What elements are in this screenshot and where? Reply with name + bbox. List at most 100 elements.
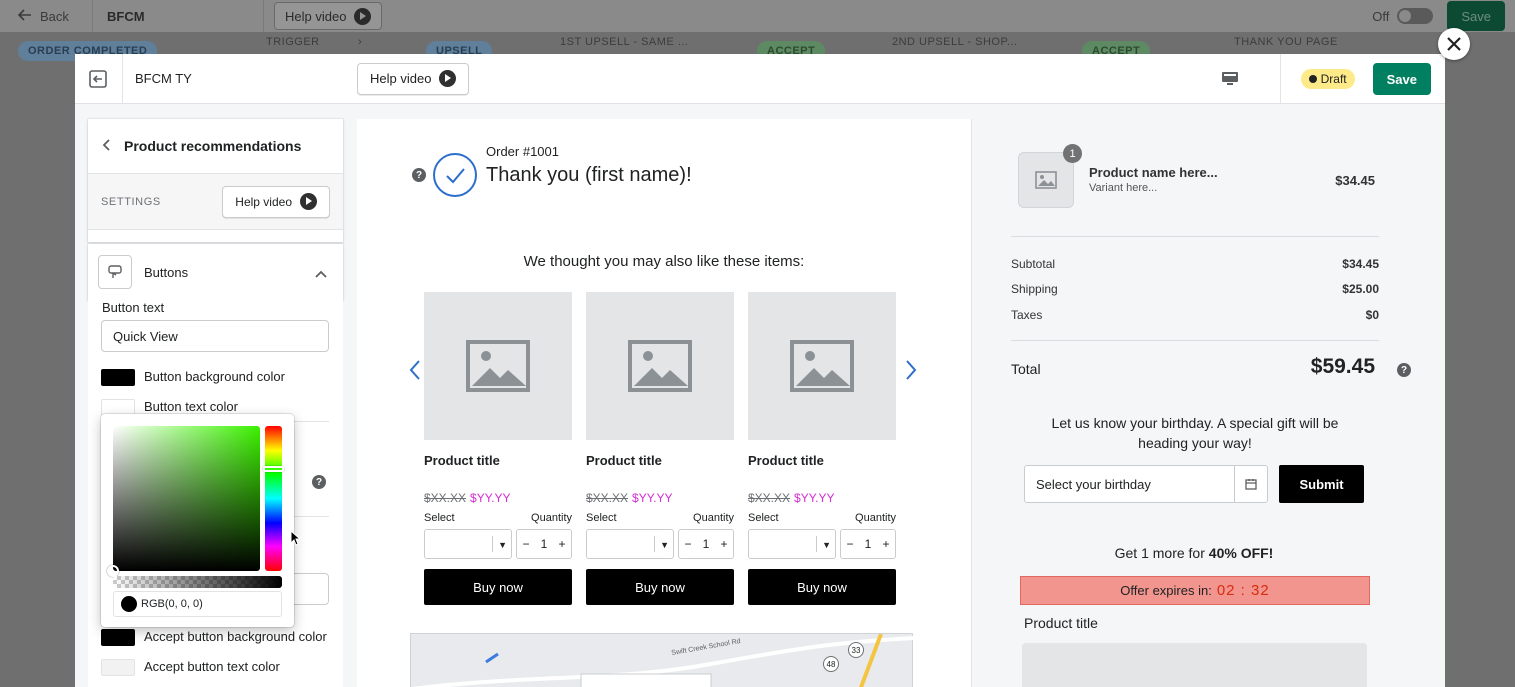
variant-select[interactable]: ▼ [586,529,674,559]
help-video-button[interactable]: Help video [357,62,470,95]
flow-step-1-label[interactable]: 1ST UPSELL - SAME ... [560,36,689,48]
product-title[interactable]: Product title [586,453,734,468]
carousel-prev-icon[interactable] [409,357,421,388]
image-placeholder-icon[interactable] [586,292,734,440]
birthday-placeholder: Select your birthday [1036,476,1151,492]
panel-header: Product recommendations [88,119,343,174]
modal-title: BFCM TY [135,71,192,86]
accept-bg-color-swatch[interactable] [101,629,135,646]
help-icon[interactable]: ? [412,168,426,182]
background-back-button[interactable]: Back [0,9,92,24]
button-text-input[interactable]: Quick View [101,320,329,352]
buy-now-button[interactable]: Buy now [586,569,734,605]
order-summary: 1 Product name here... Variant here... $… [971,119,1431,687]
background-topbar: Back BFCM Help video Off Save [0,0,1515,32]
settings-label: SETTINGS [101,195,161,208]
calendar-icon[interactable] [1234,466,1267,502]
buy-now-button[interactable]: Buy now [424,569,572,605]
accept-text-color-swatch[interactable] [101,659,135,676]
image-placeholder-icon[interactable] [748,292,896,440]
subtotal-label: Subtotal [1011,257,1056,271]
color-preview-dot [121,596,137,612]
offer-expires-label: Offer expires in: [1120,583,1212,598]
chevron-down-icon: ▼ [660,540,669,550]
background-back-label: Back [40,8,69,24]
product-card: Product title $XX.XX $YY.YY Select Quantit… [424,292,572,605]
product-card: Product title $XX.XX $YY.YY Select Quantit… [748,292,896,605]
map-preview[interactable]: Swift Creek School Rd 33 48 [410,633,914,687]
chevron-left-icon[interactable] [102,138,110,154]
alpha-slider[interactable] [113,576,282,588]
exit-editor-button[interactable] [75,54,123,104]
panel-help-label: Help video [235,194,292,209]
color-value-field[interactable]: RGB(0, 0, 0) [113,591,282,617]
color-value-text: RGB(0, 0, 0) [141,598,203,610]
compare-price: $XX.XX [748,491,791,505]
buttons-section-header[interactable]: Buttons [88,244,343,300]
shipping-label: Shipping [1011,282,1058,296]
help-icon[interactable]: ? [1397,363,1411,377]
background-help-video-button[interactable]: Help video [274,2,383,30]
quantity-stepper[interactable]: −1 + [516,529,572,559]
shipping-value: $25.00 [1342,282,1379,296]
product-title[interactable]: Product title [424,453,572,468]
birthday-input[interactable]: Select your birthday [1024,465,1268,503]
flow-thank-you-label[interactable]: THANK YOU PAGE [1234,36,1338,48]
minus-icon[interactable]: − [523,537,530,551]
help-icon[interactable]: ? [312,475,326,489]
minus-icon[interactable]: − [847,537,854,551]
product-title[interactable]: Product title [748,453,896,468]
section-label: Buttons [144,264,189,280]
taxes-row: Taxes $0 [1011,308,1379,322]
birthday-message: Let us know your birthday. A special gif… [1051,415,1339,451]
button-text-label: Button text [102,300,165,315]
plus-icon[interactable]: + [558,537,565,551]
plus-icon[interactable]: + [882,537,889,551]
panel-help-video-button[interactable]: Help video [222,185,330,218]
mouse-cursor-icon [290,530,300,546]
carousel-next-icon[interactable] [905,357,917,388]
submit-button[interactable]: Submit [1279,465,1364,503]
divider [1279,54,1281,104]
flow-trigger-label[interactable]: TRIGGER [266,36,320,48]
order-number: Order #1001 [486,144,559,159]
sale-price: $YY.YY [632,491,673,505]
arrow-left-icon [17,8,32,24]
thank-you-heading: Thank you (first name)! [486,164,692,186]
close-icon [1447,37,1461,51]
saturation-brightness-field[interactable] [107,426,260,577]
image-placeholder-icon[interactable] [424,292,572,440]
map-route-label: 48 [823,656,839,672]
variant-select[interactable]: ▼ [424,529,512,559]
upsell-prefix: Get 1 more for [1114,545,1209,561]
button-style-icon [98,255,132,289]
minus-icon[interactable]: − [685,537,692,551]
buy-now-button[interactable]: Buy now [748,569,896,605]
exit-icon [88,69,107,88]
upsell-headline: Get 1 more for 40% OFF! [972,545,1416,561]
desktop-icon[interactable] [1221,72,1238,86]
background-save-button[interactable]: Save [1447,1,1505,31]
product-card: Product title $XX.XX $YY.YY Select Quantit… [586,292,734,605]
quantity-stepper[interactable]: −1 + [840,529,896,559]
button-bg-color-swatch[interactable] [101,369,135,386]
button-text-color-label: Button text color [144,399,238,414]
flow-step-2-label[interactable]: 2ND UPSELL - SHOP... [892,36,1018,48]
plus-icon[interactable]: + [720,537,727,551]
hue-slider[interactable] [263,426,284,571]
chevron-up-icon [315,266,327,281]
background-toggle[interactable] [1397,8,1434,24]
quantity-value: 1 [864,537,872,551]
summary-product-price: $34.45 [1335,173,1375,188]
hue-thumb[interactable] [263,466,284,472]
close-modal-button[interactable] [1438,28,1470,60]
panel-title: Product recommendations [124,138,302,154]
quantity-stepper[interactable]: −1 + [678,529,734,559]
variant-select[interactable]: ▼ [748,529,836,559]
compare-price: $XX.XX [586,491,629,505]
shipping-row: Shipping $25.00 [1011,282,1379,296]
save-button[interactable]: Save [1372,63,1431,95]
recommendations-heading: We thought you may also like these items… [523,253,805,270]
thank-you-preview: ? Order #1001 Thank you (first name)! We… [357,119,971,687]
subtotal-value: $34.45 [1342,257,1379,271]
